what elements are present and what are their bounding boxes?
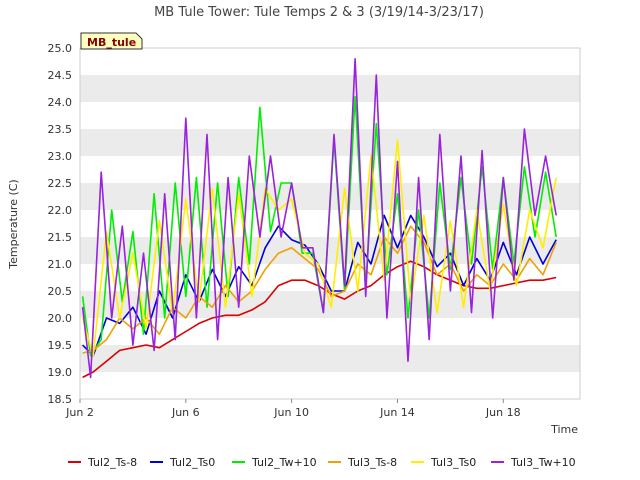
y-tick-label: 24.5 bbox=[48, 69, 73, 82]
y-tick-label: 22.5 bbox=[48, 177, 73, 190]
chart-title: MB Tule Tower: Tule Temps 2 & 3 (3/19/14… bbox=[154, 5, 484, 20]
y-tick-label: 19.0 bbox=[48, 366, 73, 379]
y-tick-label: 19.5 bbox=[48, 339, 73, 352]
x-tick-label: Jun 2 bbox=[65, 406, 94, 419]
y-tick-label: 20.5 bbox=[48, 285, 73, 298]
y-tick-label: 23.5 bbox=[48, 123, 73, 136]
legend-label: Tul2_Ts0 bbox=[169, 456, 215, 469]
x-tick-label: Jun 6 bbox=[171, 406, 200, 419]
legend-label: Tul3_Ts0 bbox=[430, 456, 476, 469]
legend-label: Tul2_Ts-8 bbox=[87, 456, 137, 469]
x-axis-label: Time bbox=[550, 423, 578, 436]
y-tick-label: 18.5 bbox=[48, 393, 73, 406]
y-tick-label: 21.5 bbox=[48, 231, 73, 244]
y-tick-label: 22.0 bbox=[48, 204, 73, 217]
grid-band bbox=[80, 129, 580, 156]
y-tick-label: 24.0 bbox=[48, 96, 73, 109]
y-tick-label: 23.0 bbox=[48, 150, 73, 163]
badge-text: MB_tule bbox=[87, 36, 136, 49]
y-tick-label: 21.0 bbox=[48, 258, 73, 271]
grid-band bbox=[80, 345, 580, 372]
legend-label: Tul3_Ts-8 bbox=[347, 456, 397, 469]
x-axis-ticks: Jun 2 Jun 6 Jun 10 Jun 14 Jun 18 bbox=[65, 399, 521, 419]
x-tick-label: Jun 14 bbox=[379, 406, 415, 419]
legend-label: Tul3_Tw+10 bbox=[510, 456, 576, 469]
y-axis-label: Temperature (C) bbox=[7, 179, 20, 269]
x-tick-label: Jun 18 bbox=[485, 406, 521, 419]
line-chart: MB Tule Tower: Tule Temps 2 & 3 (3/19/14… bbox=[7, 5, 581, 469]
x-tick-label: Jun 10 bbox=[273, 406, 309, 419]
y-tick-label: 25.0 bbox=[48, 42, 73, 55]
legend: Tul2_Ts-8 Tul2_Ts0 Tul2_Tw+10 Tul3_Ts-8 Tul3… bbox=[68, 456, 576, 469]
y-axis-ticks: 18.5 19.0 19.5 20.0 20.5 21.0 21.5 22.0 22.5 23.0… bbox=[48, 42, 73, 406]
legend-label: Tul2_Tw+10 bbox=[251, 456, 317, 469]
source-badge: MB_tule bbox=[80, 32, 143, 50]
grid-band bbox=[80, 75, 580, 102]
y-tick-label: 20.0 bbox=[48, 312, 73, 325]
